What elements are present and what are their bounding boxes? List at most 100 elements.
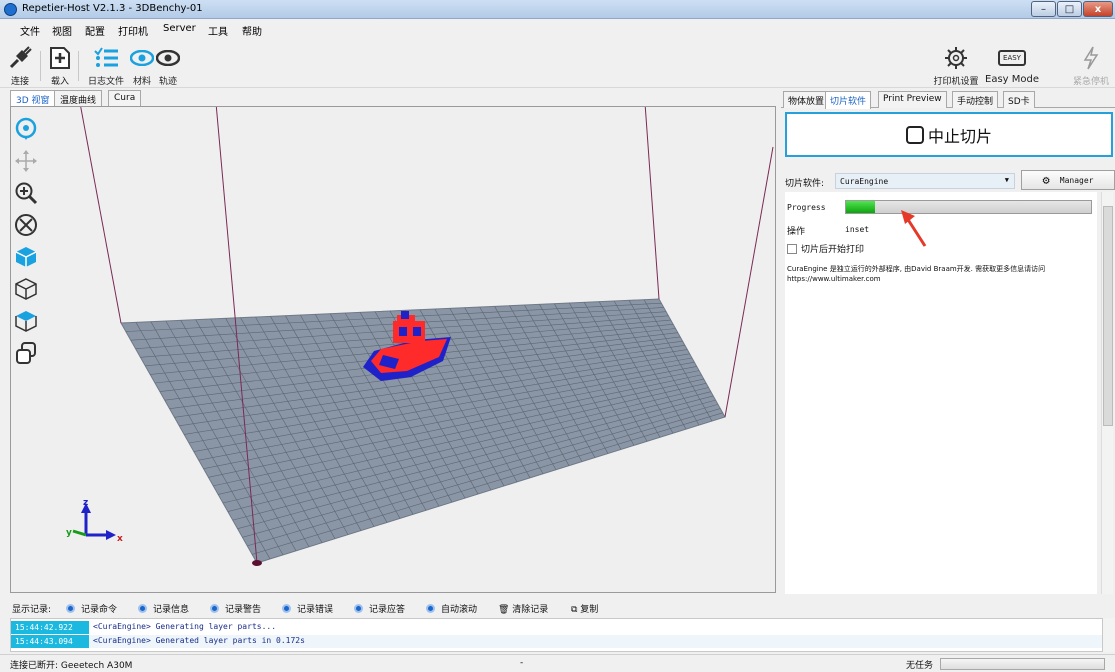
top-view-icon[interactable]: [13, 308, 39, 334]
plug-icon: [6, 45, 34, 71]
menu-view[interactable]: 视图: [52, 23, 72, 38]
iso-view-icon[interactable]: [13, 244, 39, 270]
log-warnings-radio[interactable]: 记录警告: [210, 602, 261, 615]
scene-canvas[interactable]: z x y: [11, 107, 776, 593]
log-button[interactable]: 日志文件: [84, 45, 128, 87]
emergency-stop-label: 紧急停机: [1072, 77, 1109, 87]
connection-status: 连接已断开: Geeetech A30M: [10, 661, 133, 671]
easy-mode-label: Easy Mode: [985, 74, 1039, 85]
printer-settings-button[interactable]: 打印机设置: [930, 45, 982, 87]
clear-log-button[interactable]: 🗑 清除记录: [498, 602, 548, 615]
lightning-icon: [1068, 45, 1114, 71]
tab-print-preview[interactable]: Print Preview: [878, 91, 947, 108]
menu-config[interactable]: 配置: [85, 23, 105, 38]
add-file-icon: [46, 45, 74, 71]
status-middle: -: [520, 658, 524, 668]
status-bar: 连接已断开: Geeetech A30M - 无任务: [0, 654, 1115, 672]
log-message: <CuraEngine> Generated layer parts in 0.…: [93, 636, 305, 645]
material-button[interactable]: 材料: [130, 45, 154, 87]
tab-3d-view[interactable]: 3D 视窗: [10, 90, 56, 107]
log-commands-radio[interactable]: 记录命令: [66, 602, 117, 615]
log-errors-radio[interactable]: 记录错误: [282, 602, 333, 615]
start-after-checkbox[interactable]: [787, 243, 797, 254]
connect-button[interactable]: 连接: [6, 45, 34, 87]
task-status: 无任务: [906, 661, 934, 671]
slicer-label: 切片软件:: [785, 179, 825, 189]
stop-slicing-label: 中止切片: [927, 126, 992, 146]
z-axis-label: z: [83, 498, 88, 508]
slicer-select[interactable]: CuraEngine ▼: [835, 173, 1015, 189]
log-time: 15:44:42.922: [11, 621, 89, 634]
menu-tools[interactable]: 工具: [208, 23, 228, 38]
log-entry: 15:44:42.922 <CuraEngine> Generating lay…: [11, 621, 1102, 634]
printer-settings-label: 打印机设置: [933, 77, 979, 87]
rotate-view-icon[interactable]: [13, 116, 39, 142]
copy-log-button[interactable]: ⧉ 复制: [571, 602, 598, 615]
material-label: 材料: [132, 77, 151, 87]
load-label: 载入: [50, 77, 69, 87]
operation-label: 操作: [787, 227, 806, 237]
front-view-icon[interactable]: [13, 276, 39, 302]
x-axis-label: x: [117, 534, 123, 544]
start-after-label: 切片后开始打印: [801, 245, 865, 255]
gear-icon: [930, 45, 982, 71]
menu-printer[interactable]: 打印机: [118, 23, 148, 38]
annotation-arrow: [901, 210, 927, 247]
progress-label: Progress: [787, 203, 826, 212]
tab-cura[interactable]: Cura: [108, 90, 142, 106]
menu-file[interactable]: 文件: [20, 23, 40, 38]
checklist-icon: [84, 45, 128, 71]
maximize-button[interactable]: □: [1057, 1, 1082, 17]
right-scrollbar[interactable]: [1101, 192, 1113, 594]
parallel-view-icon[interactable]: [13, 340, 39, 366]
title-bar: Repetier-Host V2.1.3 - 3DBenchy-01 – □ x: [0, 0, 1115, 19]
operation-value: inset: [845, 225, 870, 234]
tab-manual-control[interactable]: 手动控制: [952, 91, 999, 108]
log-label: 日志文件: [87, 77, 124, 87]
eye-icon: [130, 45, 154, 71]
menu-help[interactable]: 帮助: [242, 23, 262, 38]
log-info-radio[interactable]: 记录信息: [138, 602, 189, 615]
slicer-value: CuraEngine: [840, 177, 889, 186]
easy-mode-button[interactable]: EASY Easy Mode: [984, 45, 1040, 85]
menu-server[interactable]: Server: [163, 23, 196, 34]
autoscroll-radio[interactable]: 自动滚动: [426, 602, 477, 615]
slicing-status-pane: Progress 操作 inset 切片后开始打印 CuraEngine 是独立…: [785, 192, 1097, 594]
minimize-button[interactable]: –: [1031, 1, 1056, 17]
progress-fill: [846, 201, 876, 213]
tab-temperature[interactable]: 温度曲线: [54, 90, 103, 106]
slicer-row: 切片软件: CuraEngine ▼ ⚙ Manager: [785, 170, 1115, 192]
y-axis-label: y: [66, 528, 72, 538]
log-show-label: 显示记录:: [12, 605, 52, 615]
log-ack-radio[interactable]: 记录应答: [354, 602, 405, 615]
tab-slicer[interactable]: 切片软件: [825, 91, 872, 109]
log-list: 15:44:42.922 <CuraEngine> Generating lay…: [10, 618, 1103, 652]
axis-gizmo: z x y: [66, 498, 123, 544]
tab-object-placement[interactable]: 物体放置: [783, 91, 830, 108]
close-button[interactable]: x: [1083, 1, 1113, 17]
log-entry: 15:44:43.094 <CuraEngine> Generated laye…: [11, 635, 1102, 648]
stop-slicing-button[interactable]: 中止切片: [785, 112, 1113, 157]
track-button[interactable]: 轨迹: [156, 45, 180, 87]
move-view-icon[interactable]: [13, 148, 39, 174]
info-link[interactable]: https://www.ultimaker.com: [787, 274, 1093, 284]
chevron-down-icon: ▼: [1004, 176, 1009, 184]
window-title: Repetier-Host V2.1.3 - 3DBenchy-01: [22, 3, 203, 14]
fit-view-icon[interactable]: [13, 212, 39, 238]
load-button[interactable]: 载入: [46, 45, 74, 87]
zoom-in-icon[interactable]: [13, 180, 39, 206]
3d-viewport[interactable]: z x y: [10, 106, 776, 593]
track-label: 轨迹: [158, 77, 177, 87]
log-scrollbar[interactable]: [1103, 618, 1115, 652]
log-options-bar: 显示记录: 记录命令 记录信息 记录警告 记录错误 记录应答 自动滚动 🗑 清除…: [0, 598, 1115, 618]
easy-badge-icon: EASY: [984, 45, 1040, 71]
menu-bar: 文件 视图 配置 打印机 Server 工具 帮助: [0, 19, 1115, 41]
connect-label: 连接: [10, 77, 29, 87]
tab-sd-card[interactable]: SD卡: [1003, 91, 1035, 108]
gear-icon: ⚙: [1042, 173, 1050, 187]
eye-icon: [156, 45, 180, 71]
emergency-stop-button[interactable]: 紧急停机: [1068, 45, 1114, 87]
right-panel: 物体放置 切片软件 Print Preview 手动控制 SD卡 中止切片 切片…: [781, 88, 1115, 598]
manager-button[interactable]: ⚙ Manager: [1021, 170, 1115, 190]
stop-square-icon: [905, 125, 924, 144]
